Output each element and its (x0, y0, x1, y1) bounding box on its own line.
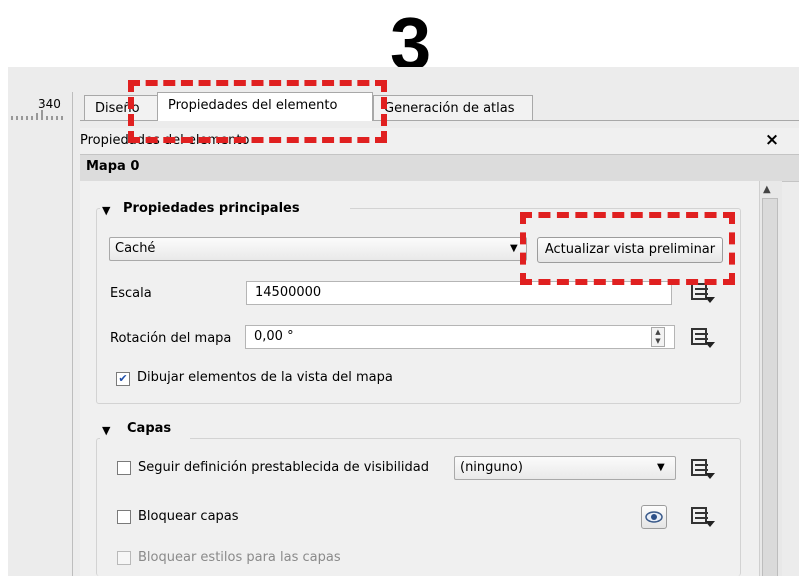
scale-label: Escala (110, 286, 152, 301)
preset-combo[interactable]: (ninguno) (454, 456, 676, 480)
data-defined-override-icon[interactable] (690, 327, 716, 349)
chevron-down-icon[interactable]: ▼ (510, 243, 518, 254)
lock-layers-label: Bloquear capas (138, 509, 239, 524)
item-title: Mapa 0 (86, 159, 140, 174)
data-defined-override-icon[interactable] (690, 282, 716, 304)
cache-combo-value: Caché (115, 241, 156, 256)
ruler-label: 340 (38, 97, 61, 111)
triangle-down-icon[interactable]: ▼ (102, 424, 110, 437)
ruler-ticks (11, 110, 63, 120)
triangle-down-icon[interactable]: ▼ (102, 204, 110, 217)
spin-arrows-icon[interactable]: ▲ ▼ (651, 327, 665, 347)
chevron-down-icon[interactable]: ▼ (657, 462, 665, 473)
lock-layers-checkbox[interactable] (117, 510, 131, 524)
scroll-up-icon[interactable]: ▲ (763, 184, 771, 195)
annotation-box-4 (520, 212, 735, 285)
layer-visibility-button[interactable] (641, 505, 667, 529)
eye-icon (645, 511, 663, 523)
data-defined-override-icon[interactable] (690, 506, 716, 528)
data-defined-override-icon[interactable] (690, 458, 716, 480)
scrollbar-thumb[interactable] (762, 198, 778, 576)
lock-styles-checkbox[interactable] (117, 551, 131, 565)
item-title-bar (80, 154, 799, 182)
annotation-box-3 (128, 80, 387, 143)
draw-items-checkbox[interactable]: ✔ (116, 372, 130, 386)
lock-styles-label: Bloquear estilos para las capas (138, 550, 341, 565)
tab-generacion-atlas[interactable]: Generación de atlas (373, 95, 533, 121)
layers-header[interactable]: Capas (127, 421, 171, 436)
draw-items-label: Dibujar elementos de la vista del mapa (137, 370, 393, 385)
vertical-ruler (8, 92, 73, 576)
close-icon[interactable]: × (762, 128, 782, 152)
rotation-label: Rotación del mapa (110, 331, 232, 346)
preset-combo-value: (ninguno) (460, 460, 523, 475)
follow-preset-label: Seguir definición prestablecida de visib… (138, 460, 429, 475)
follow-preset-checkbox[interactable] (117, 461, 131, 475)
cache-combo[interactable]: Caché (109, 237, 527, 261)
rotation-input[interactable]: 0,00 ° (245, 325, 675, 349)
main-properties-header[interactable]: Propiedades principales (123, 201, 300, 216)
